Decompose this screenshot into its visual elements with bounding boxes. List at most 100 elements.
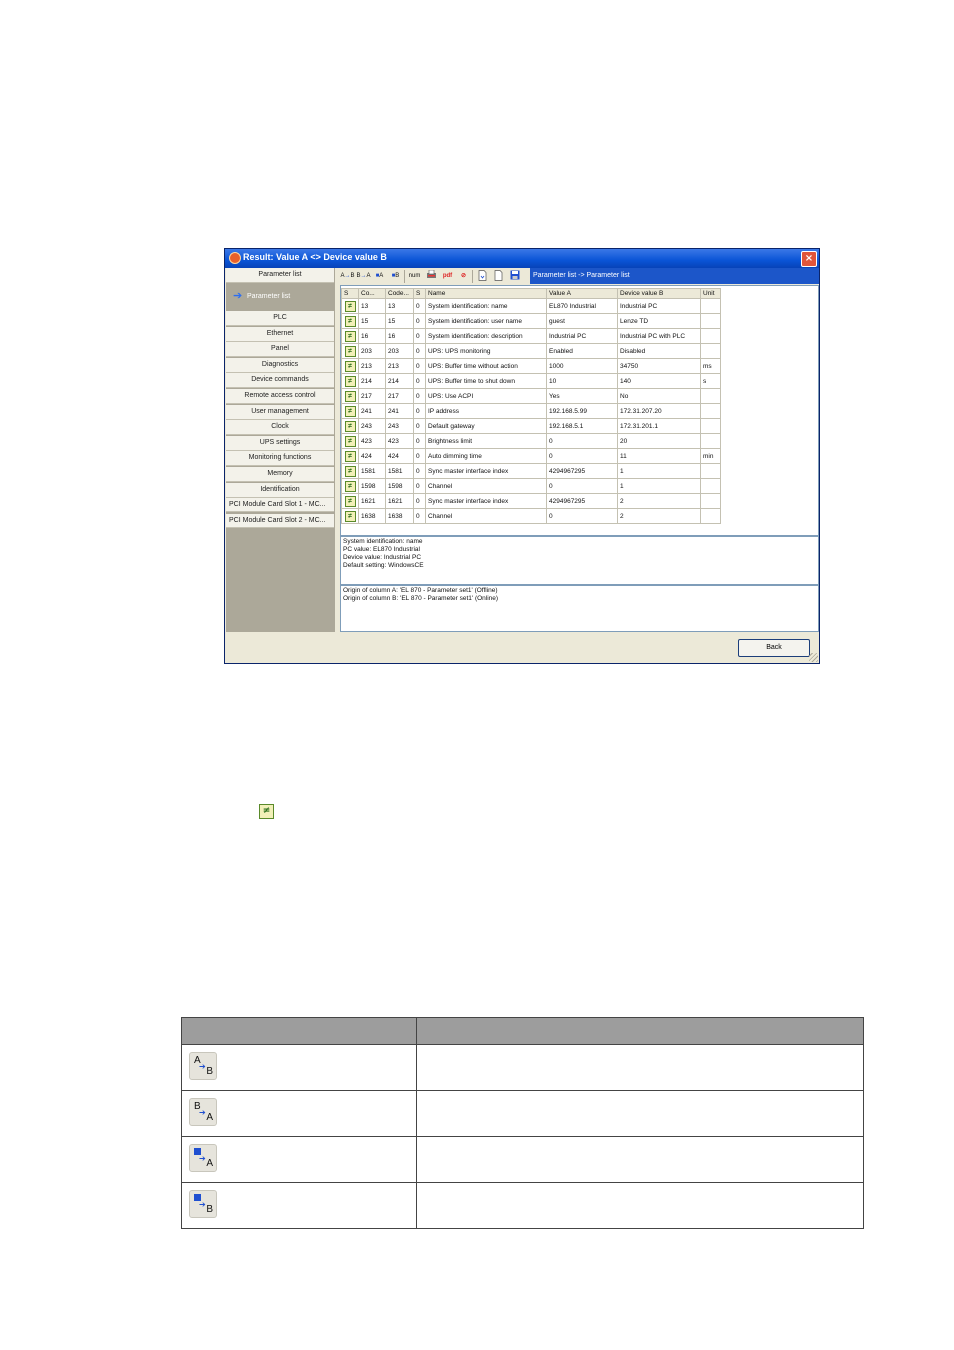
table-cell: 217 xyxy=(385,388,414,404)
toolbar-separator xyxy=(404,270,405,283)
sidebar-header[interactable]: Parameter list xyxy=(226,268,334,283)
sidebar-item[interactable]: PCI Module Card Slot 2 - MC... xyxy=(226,513,334,528)
sidebar-item[interactable]: Identification xyxy=(226,482,334,498)
sidebar-item[interactable]: Ethernet xyxy=(226,326,334,342)
copy-to-b-icon[interactable]: ■B xyxy=(388,270,403,283)
table-cell: Channel xyxy=(425,478,547,494)
window-title: Result: Value A <> Device value B xyxy=(243,252,387,262)
table-cell: 1000 xyxy=(546,358,618,374)
table-row[interactable]: ≠ 1581 1581 0 Sync master interface index 429… xyxy=(341,463,721,479)
copy-a-to-b-icon: A ➔ B xyxy=(189,1051,217,1080)
sidebar-item[interactable]: Monitoring functions xyxy=(226,451,334,467)
save-icon[interactable] xyxy=(507,270,522,283)
table-row[interactable]: ≠ 213 213 0 UPS: Buffer time without action 1… xyxy=(341,358,721,374)
table-cell: 16 xyxy=(385,328,414,344)
table-cell: No xyxy=(617,388,701,404)
sidebar-item[interactable]: UPS settings xyxy=(226,435,334,451)
column-header[interactable]: S xyxy=(413,288,426,299)
not-equal-icon: ≠ xyxy=(344,495,356,507)
table-cell: Sync master interface index xyxy=(425,493,547,509)
sidebar-item[interactable]: Clock xyxy=(226,420,334,436)
row-status-cell: ≠ xyxy=(341,493,359,509)
column-header[interactable]: Code... xyxy=(385,288,414,299)
close-icon[interactable]: × xyxy=(801,251,817,267)
copy-b-to-a-icon[interactable]: B→A xyxy=(356,270,371,283)
row-status-cell: ≠ xyxy=(341,463,359,479)
row-status-cell: ≠ xyxy=(341,478,359,494)
print-icon[interactable] xyxy=(424,269,439,283)
table-row[interactable]: ≠ 214 214 0 UPS: Buffer time to shut down 10 1… xyxy=(341,373,721,389)
doc-export-icon[interactable] xyxy=(475,270,490,283)
title-bar[interactable]: Result: Value A <> Device value B × xyxy=(225,249,819,268)
column-header[interactable]: Name xyxy=(425,288,547,299)
table-cell: 0 xyxy=(413,403,426,419)
column-header[interactable]: Co... xyxy=(358,288,386,299)
table-cell: 0 xyxy=(413,388,426,404)
legend-row: ➔ B xyxy=(181,1182,864,1229)
table-cell: 0 xyxy=(546,433,618,449)
table-cell: 13 xyxy=(385,298,414,314)
legend-icon-cell: ➔ A xyxy=(181,1136,417,1183)
row-status-cell: ≠ xyxy=(341,418,359,434)
table-row[interactable]: ≠ 1598 1598 0 Channel 0 1 xyxy=(341,478,721,494)
table-cell: 15 xyxy=(385,313,414,329)
table-cell: 423 xyxy=(385,433,414,449)
table-cell: min xyxy=(700,448,721,464)
copy-to-a-icon[interactable]: ■A xyxy=(372,270,387,283)
table-row[interactable]: ≠ 423 423 0 Brightness limit 0 20 xyxy=(341,433,721,449)
table-row[interactable]: ≠ 15 15 0 System identification: user name gu… xyxy=(341,313,721,329)
sidebar-item[interactable]: User management xyxy=(226,404,334,420)
column-header[interactable]: Device value B xyxy=(617,288,701,299)
not-equal-icon: ≠ xyxy=(344,510,356,522)
back-button[interactable]: Back xyxy=(738,639,810,657)
not-equal-icon: ≠ xyxy=(344,390,356,402)
table-cell: System identification: user name xyxy=(425,313,547,329)
table-cell: 424 xyxy=(358,448,386,464)
table-cell: EL870 Industrial xyxy=(546,298,618,314)
table-cell xyxy=(700,463,721,479)
column-header[interactable]: S xyxy=(341,288,359,299)
num-button[interactable]: num xyxy=(407,270,422,283)
table-cell: 1598 xyxy=(358,478,386,494)
table-row[interactable]: ≠ 16 16 0 System identification: description… xyxy=(341,328,721,344)
table-cell xyxy=(700,433,721,449)
table-cell: 2 xyxy=(617,508,701,524)
resize-grip[interactable] xyxy=(809,653,818,662)
not-equal-icon: ≠ xyxy=(344,465,356,477)
sidebar-item[interactable]: Memory xyxy=(226,467,334,482)
table-cell: 1638 xyxy=(358,508,386,524)
sidebar-item[interactable]: Panel xyxy=(226,342,334,358)
copy-b-to-a-icon: B ➔ A xyxy=(189,1097,217,1126)
doc-icon[interactable] xyxy=(491,270,506,283)
sidebar-item[interactable]: Device commands xyxy=(226,373,334,389)
table-row[interactable]: ≠ 1621 1621 0 Sync master interface index 429… xyxy=(341,493,721,509)
column-header[interactable]: Unit xyxy=(700,288,721,299)
copy-a-to-b-icon[interactable]: A→B xyxy=(340,270,355,283)
filter-icon[interactable]: ⊘ xyxy=(456,270,471,283)
table-cell: 0 xyxy=(546,478,618,494)
table-row[interactable]: ≠ 241 241 0 IP address 192.168.5.99 172.31.207… xyxy=(341,403,721,419)
pdf-icon[interactable]: pdf xyxy=(440,270,455,283)
table-cell: 0 xyxy=(413,358,426,374)
table-cell: Sync master interface index xyxy=(425,463,547,479)
table-row[interactable]: ≠ 1638 1638 0 Channel 0 2 xyxy=(341,508,721,524)
table-cell: Default gateway xyxy=(425,418,547,434)
table-cell: 1 xyxy=(617,463,701,479)
table-row[interactable]: ≠ 217 217 0 UPS: Use ACPI Yes No xyxy=(341,388,721,404)
sidebar-item[interactable]: Diagnostics xyxy=(226,357,334,373)
sidebar-item[interactable]: Remote access control xyxy=(226,389,334,404)
sidebar-item-active[interactable]: ➔ Parameter list xyxy=(226,285,334,309)
table-cell: 0 xyxy=(413,373,426,389)
not-equal-icon: ≠ xyxy=(344,405,356,417)
column-header[interactable]: Value A xyxy=(546,288,618,299)
table-row[interactable]: ≠ 424 424 0 Auto dimming time 0 11 min xyxy=(341,448,721,464)
table-cell xyxy=(700,478,721,494)
sidebar-item[interactable]: PLC xyxy=(226,311,334,326)
table-row[interactable]: ≠ 13 13 0 System identification: name EL870 I… xyxy=(341,298,721,314)
parameter-grid[interactable]: S Co... Code... S Name Value A Device value BU… xyxy=(340,285,819,536)
table-cell: 11 xyxy=(617,448,701,464)
row-status-cell: ≠ xyxy=(341,373,359,389)
sidebar-item[interactable]: PCI Module Card Slot 1 - MC... xyxy=(226,498,334,513)
table-row[interactable]: ≠ 243 243 0 Default gateway 192.168.5.1 172.31… xyxy=(341,418,721,434)
table-row[interactable]: ≠ 203 203 0 UPS: UPS monitoring Enabled Disabl… xyxy=(341,343,721,359)
